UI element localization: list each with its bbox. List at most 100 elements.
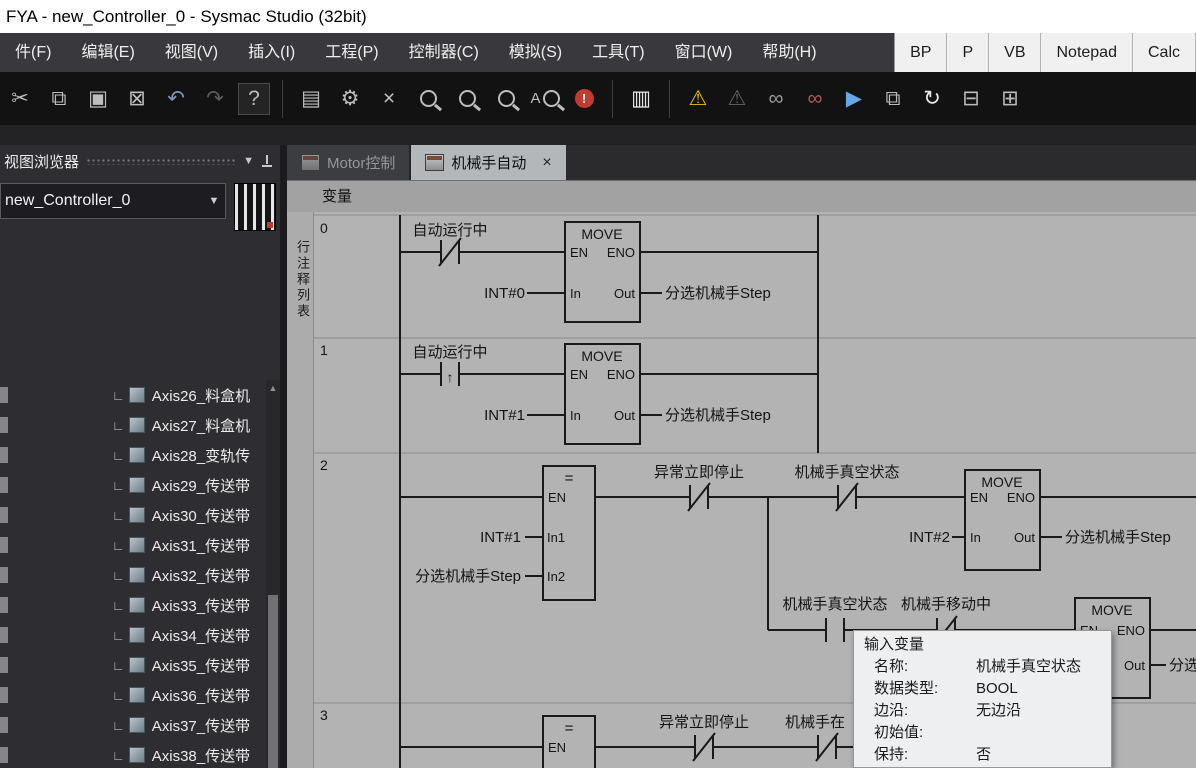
- controller-dropdown[interactable]: new_Controller_0 ▼: [0, 183, 226, 219]
- monitor-window-icon[interactable]: ⊟: [955, 82, 987, 116]
- tree-item-axis36[interactable]: ∟Axis36_传送带: [0, 680, 266, 710]
- calc-button[interactable]: Calc: [1133, 33, 1196, 72]
- menu-file[interactable]: 件(F): [0, 33, 66, 72]
- dropdown-arrow-icon[interactable]: ▼: [203, 195, 225, 207]
- operand-in1[interactable]: INT#1: [480, 529, 521, 546]
- tree-item-axis34[interactable]: ∟Axis34_传送带: [0, 620, 266, 650]
- tab-robot-auto[interactable]: 机械手自动 ×: [411, 145, 565, 180]
- menu-project[interactable]: 工程(P): [310, 33, 393, 72]
- operand-in[interactable]: INT#2: [909, 529, 950, 546]
- help-icon[interactable]: ?: [238, 83, 270, 115]
- variables-bar[interactable]: 变量: [287, 180, 1196, 214]
- operand-out[interactable]: 分选机械手Step: [665, 285, 771, 302]
- transfer-icon[interactable]: ▶: [838, 82, 870, 116]
- undo-icon[interactable]: ↶: [160, 82, 192, 116]
- find-replace-icon[interactable]: A: [529, 82, 561, 116]
- rung-number[interactable]: 1: [320, 342, 328, 358]
- rung-comment-strip[interactable]: 行注释列表: [287, 212, 314, 768]
- nc-contact[interactable]: [816, 733, 838, 761]
- tree-item-axis37[interactable]: ∟Axis37_传送带: [0, 710, 266, 740]
- monitor-window2-icon[interactable]: ⊞: [994, 82, 1026, 116]
- contact-label[interactable]: 机械手真空状态: [782, 595, 887, 613]
- menu-insert[interactable]: 插入(I): [233, 33, 310, 72]
- cut-icon[interactable]: ✂: [4, 82, 36, 116]
- tree-item-axis30[interactable]: ∟Axis30_传送带: [0, 500, 266, 530]
- panel-splitter[interactable]: [280, 145, 287, 768]
- close-icon[interactable]: ×: [542, 154, 551, 172]
- warning-active-icon[interactable]: ⚠: [682, 82, 714, 116]
- notepad-button[interactable]: Notepad: [1041, 33, 1133, 72]
- rung-number[interactable]: 2: [320, 457, 328, 473]
- contact-label[interactable]: 机械手移动中: [901, 596, 991, 613]
- warning-inactive-icon[interactable]: ⚠: [721, 82, 753, 116]
- redo-icon[interactable]: ↷: [199, 82, 231, 116]
- contact-label[interactable]: 机械手在: [785, 714, 845, 731]
- menu-help[interactable]: 帮助(H): [747, 33, 831, 72]
- clipped-icon: [0, 627, 8, 643]
- troubleshooting-icon[interactable]: ▥: [625, 82, 657, 116]
- vb-button[interactable]: VB: [989, 33, 1041, 72]
- scrollbar-thumb[interactable]: [268, 595, 278, 768]
- operand-out[interactable]: 分选: [1169, 657, 1196, 674]
- menu-simulation[interactable]: 模拟(S): [494, 33, 577, 72]
- build-icon[interactable]: ▤: [295, 82, 327, 116]
- controller-status-icon[interactable]: [234, 183, 276, 231]
- delete-icon[interactable]: ⊠: [121, 82, 153, 116]
- search-in-project-icon[interactable]: [451, 82, 483, 116]
- p-button[interactable]: P: [947, 33, 989, 72]
- tree-item-axis31[interactable]: ∟Axis31_传送带: [0, 530, 266, 560]
- watch-window-icon[interactable]: ∞: [760, 82, 792, 116]
- error-badge: !: [575, 89, 594, 108]
- tree-item-axis32[interactable]: ∟Axis32_传送带: [0, 560, 266, 590]
- rung-number[interactable]: 0: [320, 220, 328, 236]
- tree-item-axis26[interactable]: ∟Axis26_料盒机: [0, 380, 266, 410]
- clipped-icon: [0, 657, 8, 673]
- menu-edit[interactable]: 编辑(E): [66, 33, 149, 72]
- operand-out[interactable]: 分选机械手Step: [665, 407, 771, 424]
- menu-view[interactable]: 视图(V): [150, 33, 233, 72]
- pin-icon[interactable]: [261, 155, 272, 168]
- tree-item-axis38[interactable]: ∟Axis38_传送带: [0, 740, 266, 768]
- contact-label[interactable]: 异常立即停止: [654, 464, 744, 481]
- contact-label[interactable]: 自动运行中: [412, 344, 487, 361]
- contact-label[interactable]: 异常立即停止: [659, 714, 749, 731]
- bp-button[interactable]: BP: [895, 33, 947, 72]
- operand-in[interactable]: INT#0: [484, 285, 525, 302]
- variables-label: 变量: [322, 188, 352, 205]
- tree-item-axis35[interactable]: ∟Axis35_传送带: [0, 650, 266, 680]
- tree-item-axis29[interactable]: ∟Axis29_传送带: [0, 470, 266, 500]
- contact-label[interactable]: 自动运行中: [412, 222, 487, 239]
- operand-in2[interactable]: 分选机械手Step: [415, 568, 521, 585]
- watch-window-stop-icon[interactable]: ∞: [799, 82, 831, 116]
- menu-controller[interactable]: 控制器(C): [394, 33, 494, 72]
- operand-out[interactable]: 分选机械手Step: [1065, 529, 1171, 546]
- search-icon[interactable]: [412, 82, 444, 116]
- error-list-icon[interactable]: !: [568, 82, 600, 116]
- scroll-up-icon[interactable]: ▲: [266, 380, 280, 396]
- nc-contact[interactable]: [693, 733, 715, 761]
- tree-item-label: Axis34_传送带: [152, 625, 250, 646]
- nc-contact[interactable]: [688, 483, 710, 511]
- cross-reference-icon[interactable]: [490, 82, 522, 116]
- chevron-down-icon[interactable]: ▼: [243, 155, 254, 167]
- menu-window[interactable]: 窗口(W): [660, 33, 748, 72]
- rung-number[interactable]: 3: [320, 707, 328, 723]
- tab-motor-control[interactable]: Motor控制: [287, 145, 411, 180]
- rebuild-icon[interactable]: ×: [373, 82, 405, 116]
- tree-item-axis33[interactable]: ∟Axis33_传送带: [0, 590, 266, 620]
- explorer-scrollbar[interactable]: ▲: [266, 380, 280, 768]
- tree-item-axis27[interactable]: ∟Axis27_料盒机: [0, 410, 266, 440]
- copy-icon[interactable]: ⧉: [43, 82, 75, 116]
- nc-contact[interactable]: [439, 238, 461, 266]
- operand-in[interactable]: INT#1: [484, 407, 525, 424]
- nc-contact[interactable]: [836, 483, 858, 511]
- no-contact[interactable]: [826, 618, 844, 642]
- menu-tools[interactable]: 工具(T): [577, 33, 659, 72]
- cascade-windows-icon[interactable]: ⧉: [877, 82, 909, 116]
- synchronize-icon[interactable]: ↻: [916, 82, 948, 116]
- tree-item-axis28[interactable]: ∟Axis28_变轨传: [0, 440, 266, 470]
- paste-icon[interactable]: ▣: [82, 82, 114, 116]
- contact-label[interactable]: 机械手真空状态: [794, 463, 899, 481]
- clipped-icon: [0, 537, 8, 553]
- wrench-icon[interactable]: ⚙: [334, 82, 366, 116]
